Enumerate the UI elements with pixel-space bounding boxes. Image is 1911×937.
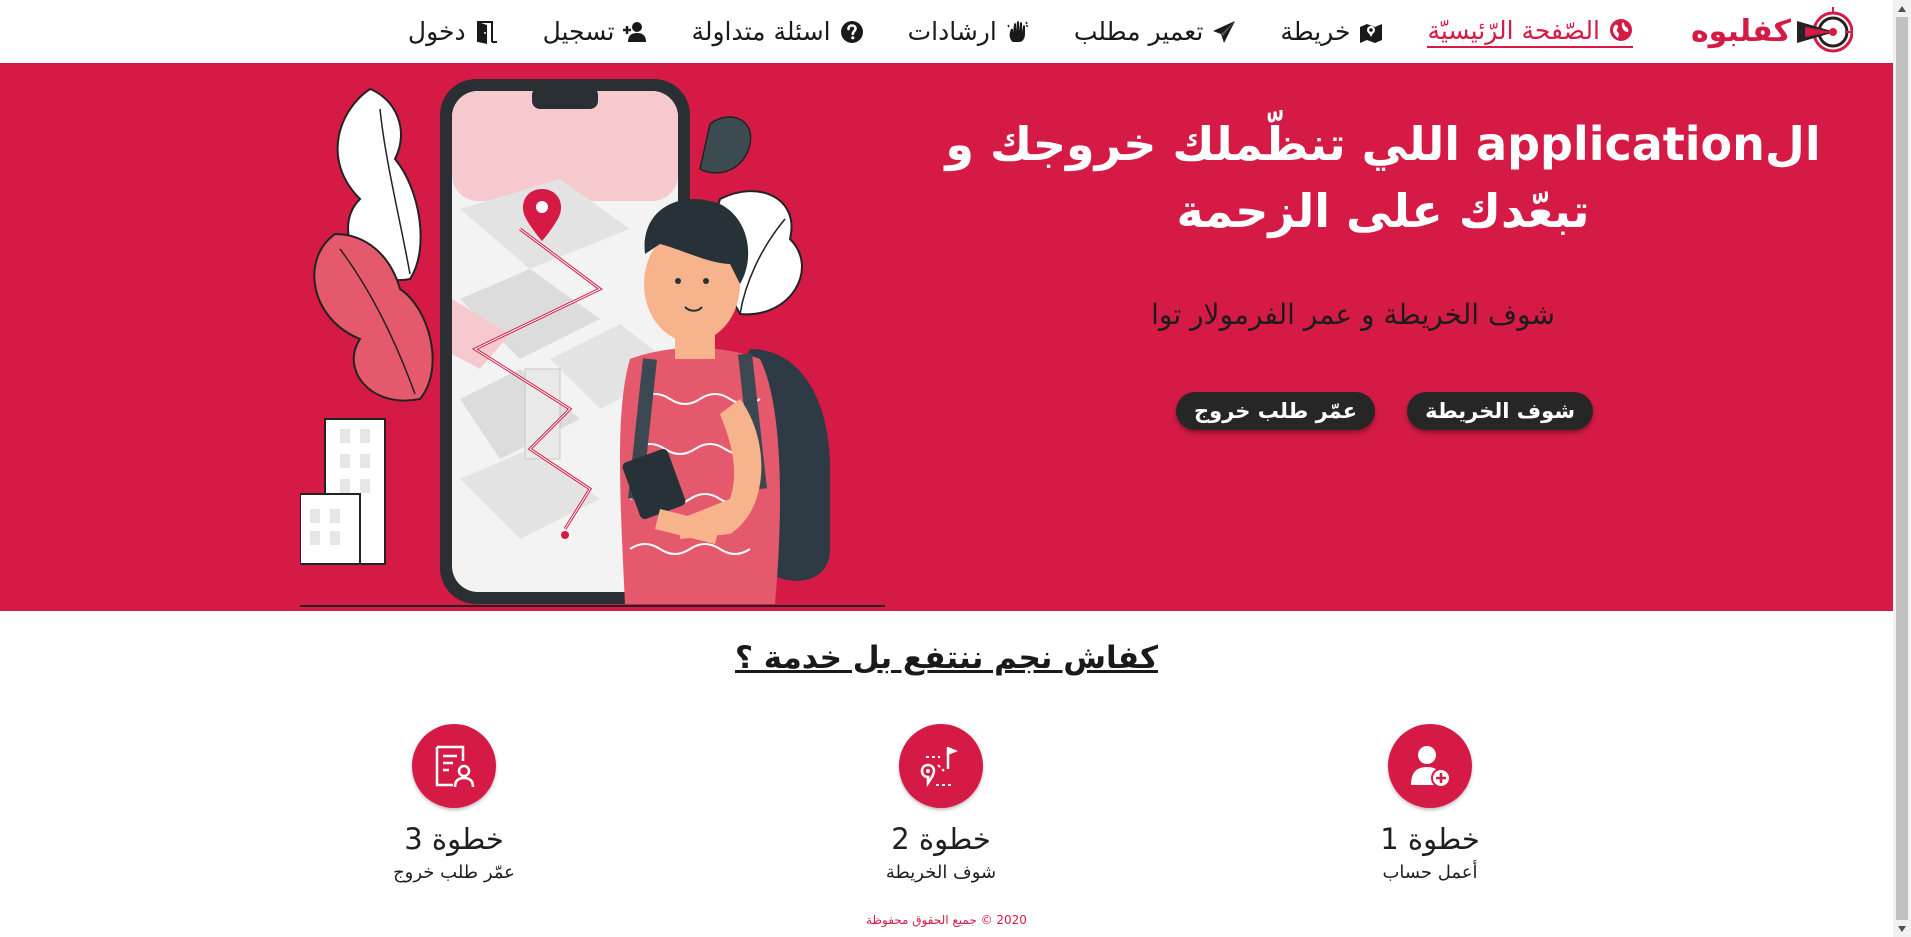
scroll-up-arrow-icon[interactable] (1893, 0, 1911, 17)
nav-item-request[interactable]: تعمير مطلب (1074, 17, 1236, 46)
nav-item-home[interactable]: الصّفحة الرّئيسيّة (1427, 16, 1633, 48)
step-3: خطوة 3 عمّر طلب خروج (324, 724, 584, 883)
exit-request-button[interactable]: عمّر طلب خروج (1176, 392, 1376, 430)
question-circle-icon (840, 20, 863, 43)
scroll-down-arrow-icon[interactable] (1893, 920, 1911, 937)
door-icon (476, 20, 497, 44)
nav-item-map[interactable]: خريطة (1280, 17, 1383, 46)
scroll-thumb[interactable] (1896, 17, 1908, 920)
nav-label-register: تسجيل (542, 17, 615, 46)
nav-label-guidelines: ارشادات (907, 17, 997, 46)
nav-item-register[interactable]: تسجيل (543, 17, 648, 46)
footer-copyright: 2020 © جميع الحقوق محفوظة (866, 913, 1027, 927)
brand-logo-icon (1797, 6, 1853, 52)
nav-label-map: خريطة (1280, 17, 1351, 46)
form-user-icon (435, 745, 475, 788)
nav-item-faq[interactable]: اسئلة متداولة (691, 17, 863, 46)
paper-plane-icon (1213, 20, 1236, 43)
brand-name: كفلبوه (1690, 14, 1792, 49)
map-icon (1360, 23, 1383, 43)
view-map-button[interactable]: شوف الخريطة (1407, 392, 1593, 430)
steps-title: كفاش نجم ننتفع بل خدمة ؟ (735, 640, 1158, 676)
hero-buttons: شوف الخريطة عمّر طلب خروج (1176, 392, 1593, 430)
user-add-icon (1411, 746, 1451, 788)
nav-label-faq: اسئلة متداولة (691, 17, 831, 46)
step-3-desc: عمّر طلب خروج (393, 862, 515, 883)
step-1-title: خطوة 1 (1380, 822, 1480, 856)
hero-illustration (300, 79, 885, 607)
page-scrollbar[interactable] (1893, 0, 1911, 937)
step-1-desc: أعمل حساب (1382, 862, 1478, 883)
step-1-badge (1388, 724, 1472, 808)
nav-label-login: دخول (407, 17, 466, 46)
nav-label-home: الصّفحة الرّئيسيّة (1427, 15, 1600, 45)
map-route-icon (920, 747, 958, 788)
hero-subtitle: شوف الخريطة و عمر الفرمولار توا (1151, 298, 1555, 331)
nav-list: الصّفحة الرّئيسيّة خريطة تعمير مطلب ارشا… (408, 16, 1633, 48)
step-1: خطوة 1 أعمل حساب (1300, 724, 1560, 883)
nav-label-request: تعمير مطلب (1073, 17, 1204, 46)
step-3-badge (412, 724, 496, 808)
user-plus-icon (623, 21, 647, 42)
globe-icon (1609, 19, 1632, 41)
step-2-badge (899, 724, 983, 808)
navbar: كفلبوه الصّفحة الرّئيسيّة خريطة تعمير مط… (0, 0, 1893, 63)
step-2: خطوة 2 شوف الخريطة (811, 724, 1071, 883)
step-3-title: خطوة 3 (404, 822, 504, 856)
brand-logo-link[interactable]: كفلبوه (1691, 5, 1853, 59)
hand-icon (1007, 20, 1028, 42)
nav-item-guidelines[interactable]: ارشادات (908, 17, 1030, 46)
hero-title: الapplication اللي تنظّملك خروجك و تبعّد… (945, 117, 1821, 238)
hero-section: الapplication اللي تنظّملك خروجك و تبعّد… (0, 63, 1893, 611)
step-2-title: خطوة 2 (891, 822, 991, 856)
step-2-desc: شوف الخريطة (885, 862, 997, 883)
nav-item-login[interactable]: دخول (408, 17, 499, 46)
